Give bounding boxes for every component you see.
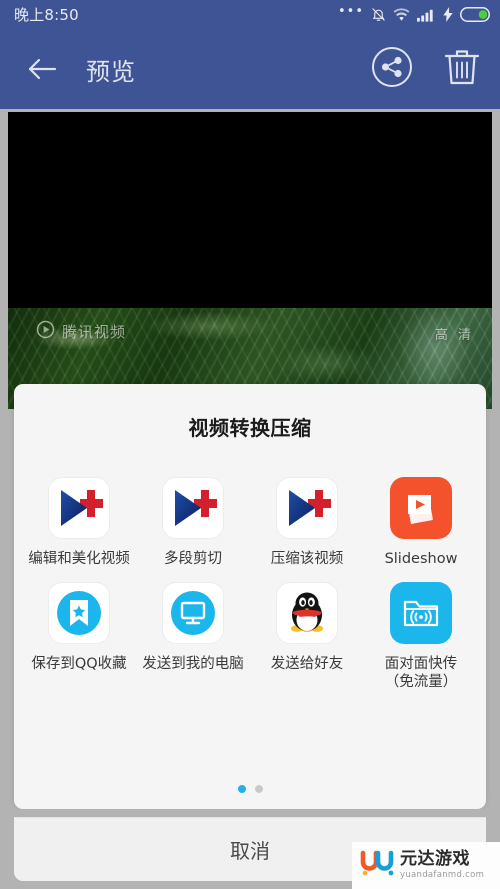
battery-icon (460, 7, 490, 22)
qq-penguin-icon (276, 582, 338, 645)
page-title: 预览 (86, 57, 136, 86)
share-item-compress-video[interactable]: 压缩该视频 (250, 477, 364, 568)
sheet-page-indicator (14, 771, 486, 809)
more-dots-icon: ••• (337, 4, 364, 19)
share-sheet: 视频转换压缩 编辑和美化视频 多段剪切 压缩该视频 Slideshow 保存到Q… (14, 384, 486, 881)
video-editor-play-icon (48, 477, 110, 539)
watermark-brand: 元达游戏 (400, 849, 470, 870)
wifi-icon (393, 7, 410, 22)
play-circle-icon (36, 320, 55, 343)
watermark-url: yuandafanmd.com (400, 870, 485, 881)
signal-bars-icon (417, 8, 436, 22)
share-item-qq-favorite[interactable]: 保存到QQ收藏 (22, 582, 136, 691)
share-item-label: 压缩该视频 (270, 551, 344, 567)
share-item-label: Slideshow (384, 551, 458, 567)
app-bar-actions (370, 45, 482, 93)
share-circle-icon[interactable] (370, 45, 414, 93)
share-item-edit-beautify[interactable]: 编辑和美化视频 (22, 477, 136, 568)
share-target-grid: 编辑和美化视频 多段剪切 压缩该视频 Slideshow 保存到QQ收藏 发送到… (14, 477, 486, 691)
share-item-slideshow[interactable]: Slideshow (364, 477, 478, 568)
page-dot-2[interactable] (254, 785, 263, 793)
watermark-text: 元达游戏 yuandafanmd.com (400, 851, 484, 880)
slideshow-icon (390, 477, 452, 539)
sheet-divider (14, 809, 486, 817)
status-time: 晚上8:50 (14, 6, 79, 24)
folder-broadcast-icon (390, 582, 452, 645)
share-item-multi-cut[interactable]: 多段剪切 (136, 477, 250, 568)
video-preview-area[interactable]: 腾讯视频 高 清 (0, 109, 500, 409)
share-item-label: 面对面快传 （免流量） (384, 656, 458, 691)
share-item-label: 发送到我的电脑 (142, 656, 244, 673)
video-quality-label[interactable]: 高 清 (435, 324, 474, 343)
app-bar: 预览 (0, 29, 500, 109)
video-editor-play-icon (162, 477, 224, 539)
share-item-send-friend[interactable]: 发送给好友 (250, 582, 364, 691)
video-source-watermark: 腾讯视频 (36, 320, 126, 343)
share-sheet-title: 视频转换压缩 (188, 416, 312, 440)
share-item-label: 编辑和美化视频 (28, 551, 130, 567)
video-letterbox (8, 112, 492, 308)
phone-screen: 晚上8:50 ••• 预览 腾讯视频 高 清 视频转换压缩 编辑和美化视频 多段… (0, 0, 500, 889)
status-bar: 晚上8:50 ••• (0, 0, 500, 29)
charging-bolt-icon (443, 7, 453, 22)
share-item-label: 发送给好友 (270, 656, 344, 673)
share-sheet-card: 视频转换压缩 编辑和美化视频 多段剪切 压缩该视频 Slideshow 保存到Q… (14, 384, 486, 809)
alarm-off-icon (371, 7, 386, 22)
status-icons: ••• (337, 4, 490, 22)
yd-logo-icon (360, 850, 394, 882)
video-watermark-label: 腾讯视频 (62, 323, 127, 341)
share-item-face-to-face[interactable]: 面对面快传 （免流量） (364, 582, 478, 691)
trash-icon[interactable] (442, 45, 482, 93)
share-item-my-computer[interactable]: 发送到我的电脑 (136, 582, 250, 691)
site-watermark: 元达游戏 yuandafanmd.com (352, 842, 500, 889)
video-player[interactable]: 腾讯视频 高 清 (8, 112, 492, 409)
back-arrow-icon[interactable] (20, 47, 64, 91)
share-item-label: 多段剪切 (164, 551, 222, 567)
monitor-icon (162, 582, 224, 645)
page-dot-1[interactable] (237, 785, 246, 793)
bookmark-star-icon (48, 582, 110, 645)
share-item-label: 保存到QQ收藏 (31, 656, 127, 673)
video-editor-play-icon (276, 477, 338, 539)
